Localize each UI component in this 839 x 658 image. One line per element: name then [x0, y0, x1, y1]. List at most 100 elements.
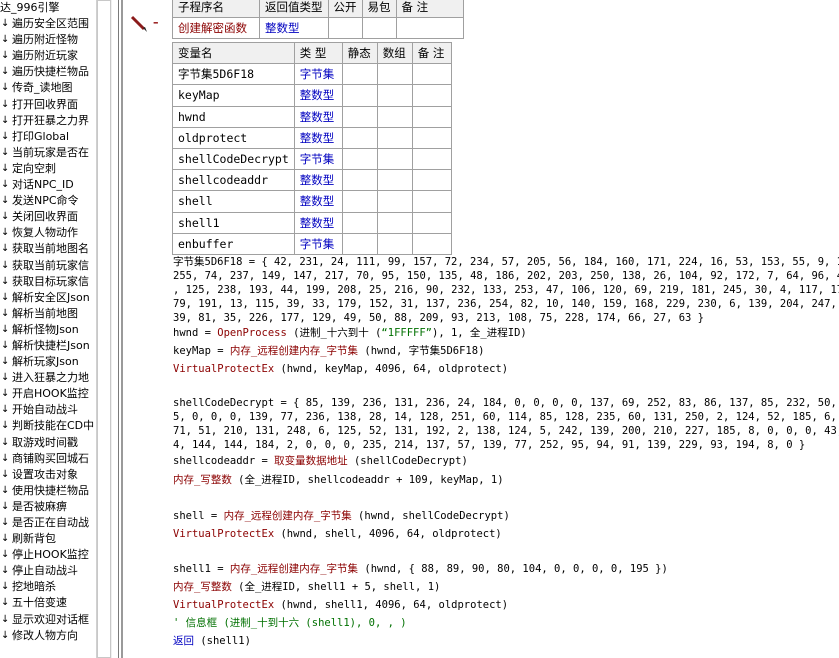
list-item[interactable]: ↓ 对话NPC_ID: [0, 177, 96, 193]
list-item[interactable]: ↓ 使用快捷栏物品: [0, 483, 96, 499]
var-type-cell[interactable]: 整数型: [293, 190, 343, 213]
list-item[interactable]: ↓ 五十倍变速: [0, 595, 96, 611]
list-item[interactable]: ↓ 解析快捷栏Json: [0, 338, 96, 354]
list-item-engine[interactable]: 达_996引擎: [0, 0, 96, 16]
list-item[interactable]: ↓ 遍历附近怪物: [0, 32, 96, 48]
var-type-cell[interactable]: 字节集: [293, 232, 343, 255]
subroutine-easy-pkg[interactable]: [361, 17, 397, 39]
code-line[interactable]: shellCodeDecrypt = { 85, 139, 236, 131, …: [173, 396, 839, 410]
var-name-cell[interactable]: 字节集5D6F18: [172, 63, 295, 86]
code-line[interactable]: VirtualProtectEx (hwnd, shell1, 4096, 64…: [173, 598, 508, 612]
code-line[interactable]: shellcodeaddr = 取变量数据地址 (shellCodeDecryp…: [173, 454, 468, 468]
var-note-cell[interactable]: [411, 105, 452, 128]
var-array-cell[interactable]: [376, 84, 413, 107]
code-line[interactable]: 4, 144, 144, 184, 2, 0, 0, 0, 235, 214, …: [173, 438, 805, 452]
var-name-cell[interactable]: keyMap: [172, 84, 295, 107]
var-note-cell[interactable]: [411, 147, 452, 171]
var-name-cell[interactable]: oldprotect: [172, 126, 295, 149]
list-item[interactable]: ↓ 获取当前地图名: [0, 241, 96, 257]
code-line[interactable]: keyMap = 内存_远程创建内存_字节集 (hwnd, 字节集5D6F18): [173, 344, 484, 358]
var-array-cell[interactable]: [376, 126, 413, 149]
list-item[interactable]: ↓ 获取当前玩家信: [0, 258, 96, 274]
list-item[interactable]: ↓ 遍历安全区范围: [0, 16, 96, 32]
list-scrollbar[interactable]: [96, 0, 112, 658]
list-item[interactable]: ↓ 解析怪物Json: [0, 322, 96, 338]
var-type-cell[interactable]: 整数型: [293, 105, 343, 128]
list-item[interactable]: ↓ 解析玩家Json: [0, 354, 96, 370]
list-item[interactable]: ↓ 进入狂暴之力地: [0, 370, 96, 386]
table-row[interactable]: hwnd 整数型: [172, 105, 452, 128]
table-row[interactable]: shell 整数型: [172, 190, 452, 213]
var-array-cell[interactable]: [376, 169, 413, 192]
list-item[interactable]: ↓ 停止HOOK监控: [0, 547, 96, 563]
var-array-cell[interactable]: [376, 147, 413, 171]
var-static-cell[interactable]: [341, 211, 378, 234]
list-item[interactable]: ↓ 开始自动战斗: [0, 402, 96, 418]
var-type-cell[interactable]: 整数型: [293, 211, 343, 234]
code-line[interactable]: 内存_写整数 (全_进程ID, shell1 + 5, shell, 1): [173, 580, 440, 594]
var-static-cell[interactable]: [341, 232, 378, 255]
var-note-cell[interactable]: [411, 169, 452, 192]
code-line[interactable]: 字节集5D6F18 = { 42, 231, 24, 111, 99, 157,…: [173, 255, 839, 269]
list-item[interactable]: ↓ 显示欢迎对话框: [0, 612, 96, 628]
table-row[interactable]: enbuffer 字节集: [172, 232, 452, 255]
var-type-cell[interactable]: 整数型: [293, 126, 343, 149]
var-static-cell[interactable]: [341, 63, 378, 86]
var-name-cell[interactable]: shellcodeaddr: [172, 169, 295, 192]
list-item[interactable]: ↓ 打印Global: [0, 129, 96, 145]
var-type-cell[interactable]: 字节集: [293, 147, 343, 171]
var-array-cell[interactable]: [376, 211, 413, 234]
code-line[interactable]: shell1 = 内存_远程创建内存_字节集 (hwnd, { 88, 89, …: [173, 562, 668, 576]
pane-divider[interactable]: [118, 0, 119, 658]
code-line[interactable]: 39, 81, 35, 226, 177, 129, 49, 50, 88, 2…: [173, 311, 704, 325]
list-item[interactable]: ↓ 停止自动战斗: [0, 563, 96, 579]
list-item[interactable]: ↓ 判断技能在CD中: [0, 418, 96, 434]
code-line[interactable]: VirtualProtectEx (hwnd, shell, 4096, 64,…: [173, 527, 502, 541]
var-name-cell[interactable]: enbuffer: [172, 232, 295, 255]
var-static-cell[interactable]: [341, 105, 378, 128]
code-line[interactable]: VirtualProtectEx (hwnd, keyMap, 4096, 64…: [173, 362, 508, 376]
list-item[interactable]: ↓ 刷新背包: [0, 531, 96, 547]
code-line[interactable]: 255, 74, 237, 149, 147, 217, 70, 95, 150…: [173, 269, 839, 283]
code-line[interactable]: 返回 (shell1): [173, 634, 251, 648]
list-item[interactable]: ↓ 挖地暗杀: [0, 579, 96, 595]
list-item[interactable]: ↓ 关闭回收界面: [0, 209, 96, 225]
list-item[interactable]: ↓ 定向空刺: [0, 161, 96, 177]
var-type-cell[interactable]: 整数型: [293, 84, 343, 107]
table-row[interactable]: shellCodeDecrypt 字节集: [172, 147, 452, 171]
code-line[interactable]: 71, 51, 210, 131, 248, 6, 125, 52, 131, …: [173, 424, 839, 438]
var-static-cell[interactable]: [341, 84, 378, 107]
list-item[interactable]: ↓ 取游戏时间戳: [0, 435, 96, 451]
code-line[interactable]: , 125, 238, 193, 44, 199, 208, 25, 216, …: [173, 283, 839, 297]
code-line[interactable]: ' 信息框 (进制_十到十六 (shell1), 0, , ): [173, 616, 407, 630]
var-note-cell[interactable]: [411, 126, 452, 149]
var-note-cell[interactable]: [411, 63, 452, 86]
list-item[interactable]: ↓ 传奇_读地图: [0, 80, 96, 96]
list-item[interactable]: ↓ 修改人物方向: [0, 628, 96, 644]
list-item[interactable]: ↓ 是否正在自动战: [0, 515, 96, 531]
list-item[interactable]: ↓ 打开狂暴之力界: [0, 113, 96, 129]
var-array-cell[interactable]: [376, 190, 413, 213]
code-line[interactable]: shell = 内存_远程创建内存_字节集 (hwnd, shellCodeDe…: [173, 509, 510, 523]
var-static-cell[interactable]: [341, 169, 378, 192]
var-note-cell[interactable]: [411, 211, 452, 234]
var-static-cell[interactable]: [341, 126, 378, 149]
code-line[interactable]: 5, 0, 0, 0, 139, 77, 236, 138, 28, 14, 1…: [173, 410, 839, 424]
subroutine-name[interactable]: 创建解密函数: [172, 17, 260, 39]
var-array-cell[interactable]: [376, 232, 413, 255]
list-item[interactable]: ↓ 商铺购买回城石: [0, 451, 96, 467]
table-row[interactable]: shellcodeaddr 整数型: [172, 169, 452, 192]
subroutine-return-type[interactable]: 整数型: [259, 17, 329, 39]
code-line[interactable]: 79, 191, 13, 115, 39, 33, 179, 152, 31, …: [173, 297, 839, 311]
code-line[interactable]: 内存_写整数 (全_进程ID, shellcodeaddr + 109, key…: [173, 473, 504, 487]
list-item[interactable]: ↓ 开启HOOK监控: [0, 386, 96, 402]
list-item[interactable]: ↓ 是否被麻痹: [0, 499, 96, 515]
var-array-cell[interactable]: [376, 105, 413, 128]
table-row[interactable]: 字节集5D6F18 字节集: [172, 63, 452, 86]
subroutine-note[interactable]: [395, 17, 464, 39]
var-note-cell[interactable]: [411, 190, 452, 213]
var-static-cell[interactable]: [341, 190, 378, 213]
var-name-cell[interactable]: shellCodeDecrypt: [172, 147, 295, 171]
var-type-cell[interactable]: 字节集: [293, 63, 343, 86]
list-item[interactable]: ↓ 当前玩家是否在: [0, 145, 96, 161]
